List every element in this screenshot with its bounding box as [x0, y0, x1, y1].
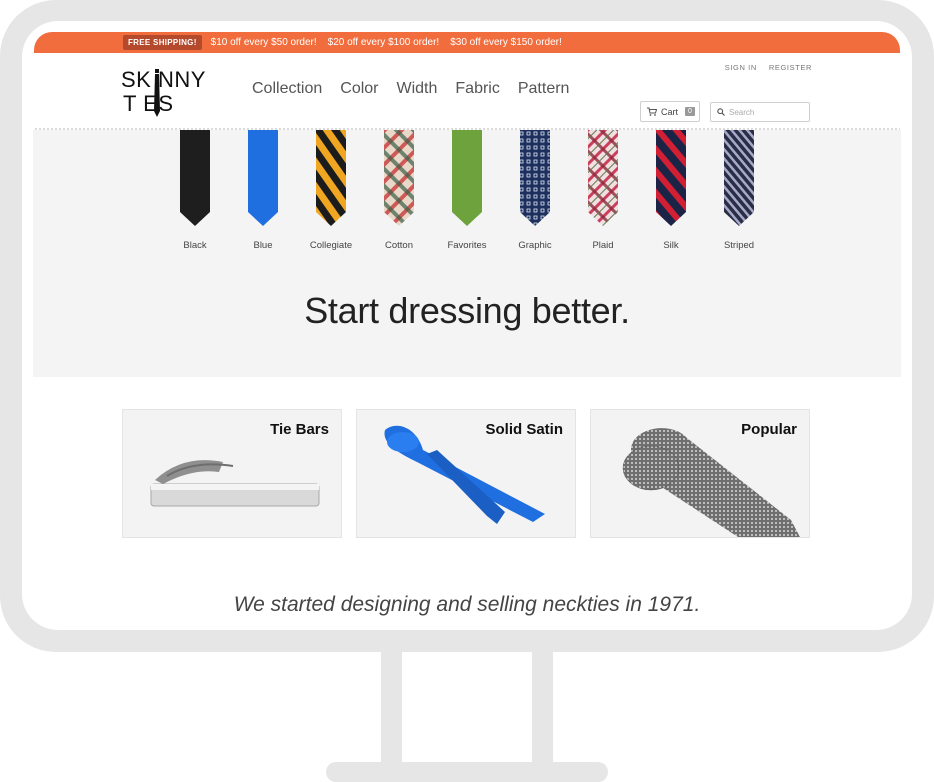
- card-title-solid-satin: Solid Satin: [485, 421, 563, 438]
- cart-button[interactable]: Cart 0: [640, 101, 700, 122]
- logo-line-2: T ES: [123, 91, 174, 116]
- tie-striped[interactable]: Striped: [704, 130, 774, 260]
- card-solid-satin[interactable]: Solid Satin: [356, 409, 576, 538]
- card-popular[interactable]: Popular: [590, 409, 810, 538]
- nav-pattern[interactable]: Pattern: [518, 80, 570, 98]
- cart-label: Cart: [661, 106, 679, 117]
- tie-graphic[interactable]: Graphic: [500, 130, 570, 260]
- tie-label-collegiate: Collegiate: [309, 240, 353, 251]
- monitor-base: [326, 762, 608, 782]
- cart-icon: [647, 107, 657, 116]
- hero-section: Black Blue Collegiate Cotton Favorites G…: [33, 130, 901, 377]
- tie-plaid[interactable]: Plaid: [568, 130, 638, 260]
- tie-label-graphic: Graphic: [518, 240, 552, 251]
- account-links: SIGN IN REGISTER: [725, 63, 812, 72]
- blue-tie-image: [248, 130, 278, 226]
- main-nav: Collection Color Width Fabric Pattern: [252, 80, 569, 98]
- plaid-tie-image: [588, 130, 618, 226]
- logo-tie-icon: [154, 69, 160, 117]
- monitor-stand-right: [532, 652, 553, 764]
- tie-label-striped: Striped: [723, 240, 755, 251]
- promo-bar: FREE SHIPPING! $10 off every $50 order! …: [34, 32, 900, 53]
- nav-collection[interactable]: Collection: [252, 80, 322, 98]
- search-input[interactable]: [729, 107, 799, 117]
- nav-fabric[interactable]: Fabric: [455, 80, 499, 98]
- card-tie-bars[interactable]: Tie Bars: [122, 409, 342, 538]
- nav-color[interactable]: Color: [340, 80, 378, 98]
- striped-tie-image: [724, 130, 754, 226]
- register-link[interactable]: REGISTER: [769, 63, 812, 72]
- tie-label-cotton: Cotton: [385, 240, 413, 251]
- black-tie-image: [180, 130, 210, 226]
- card-title-popular: Popular: [741, 421, 797, 438]
- tie-label-black: Black: [183, 240, 207, 251]
- tie-label-plaid: Plaid: [592, 240, 614, 251]
- cotton-tie-image: [384, 130, 414, 226]
- tie-blue[interactable]: Blue: [228, 130, 298, 260]
- tie-silk[interactable]: Silk: [636, 130, 706, 260]
- promo-offer-2: $20 off every $100 order!: [327, 37, 440, 48]
- tie-black[interactable]: Black: [160, 130, 230, 260]
- monitor-stand-left: [381, 652, 402, 764]
- free-shipping-badge: FREE SHIPPING!: [123, 35, 202, 50]
- cart-count-badge: 0: [685, 107, 695, 116]
- tie-favorites[interactable]: Favorites: [432, 130, 502, 260]
- tie-category-row: Black Blue Collegiate Cotton Favorites G…: [33, 130, 901, 260]
- tie-label-favorites: Favorites: [447, 240, 487, 251]
- card-title-tie-bars: Tie Bars: [270, 421, 329, 438]
- favorites-tie-image: [452, 130, 482, 226]
- tie-cotton[interactable]: Cotton: [364, 130, 434, 260]
- promo-offer-1: $10 off every $50 order!: [210, 37, 317, 48]
- tie-label-blue: Blue: [253, 240, 273, 251]
- tie-collegiate[interactable]: Collegiate: [296, 130, 366, 260]
- site-header: SK NNY T ES Collection Color Width Fabri…: [34, 53, 900, 130]
- promo-offer-3: $30 off every $150 order!: [450, 37, 562, 48]
- brand-story-text: We started designing and selling necktie…: [233, 593, 701, 616]
- silk-tie-image: [656, 130, 686, 226]
- website-screen: FREE SHIPPING! $10 off every $50 order! …: [22, 21, 912, 630]
- tie-label-silk: Silk: [663, 240, 679, 251]
- hero-tagline: Start dressing better.: [304, 290, 630, 331]
- search-icon: [717, 108, 725, 116]
- logo-line-1: SK NNY: [121, 67, 206, 92]
- graphic-tie-image: [520, 130, 550, 226]
- sign-in-link[interactable]: SIGN IN: [725, 63, 757, 72]
- collegiate-tie-image: [316, 130, 346, 226]
- skinny-ties-logo[interactable]: SK NNY T ES: [121, 67, 211, 119]
- search-box: [710, 102, 810, 122]
- nav-width[interactable]: Width: [397, 80, 438, 98]
